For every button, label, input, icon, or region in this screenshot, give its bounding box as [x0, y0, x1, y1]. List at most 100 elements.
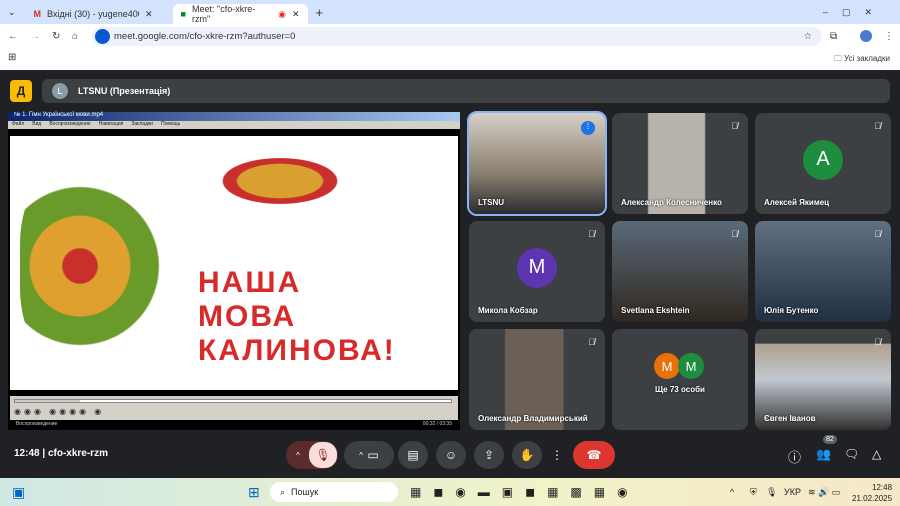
camera-button[interactable]: ^ ▭: [344, 441, 394, 469]
close-icon[interactable]: ✕: [292, 9, 300, 20]
mic-off-icon: 🎙̸: [731, 229, 738, 239]
participant-tile[interactable]: M 🎙̸ Микола Кобзар: [469, 221, 605, 322]
taskbar-search[interactable]: ⌕ Пошук: [270, 482, 398, 502]
participant-tile[interactable]: 🎙̸ Євген Іванов: [755, 329, 891, 430]
tab-search-icon[interactable]: ⌄: [8, 7, 16, 18]
window-controls[interactable]: –▢✕: [823, 7, 886, 18]
hand-icon: ✋: [519, 448, 535, 462]
profile-avatar[interactable]: [860, 30, 872, 42]
forward-icon[interactable]: →: [30, 31, 40, 42]
slide-text: НАША МОВА КАЛИНОВА!: [198, 266, 396, 367]
player-status: Воспроизведение 00:32 / 03:35: [10, 421, 458, 430]
participant-tile[interactable]: 🎙̸ Svetlana Ekshtein: [612, 221, 748, 322]
gmail-icon: M: [33, 9, 42, 19]
mic-off-icon: 🎙̸: [874, 229, 881, 239]
menu-item: Помощь: [160, 121, 181, 127]
tab-bar: ⌄ MВхідні (30) - yugene4007@gm...✕ ■Meet…: [0, 0, 900, 24]
presentation-bar[interactable]: L LTSNU (Презентація): [42, 79, 890, 103]
viburnum-decoration: [20, 156, 170, 376]
menu-icon[interactable]: ⋮: [884, 31, 894, 42]
site-info-icon[interactable]: [95, 29, 110, 44]
present-icon: ⇪: [483, 448, 495, 462]
participant-tile[interactable]: ⁞ LTSNU: [467, 111, 607, 216]
all-bookmarks[interactable]: 🗀 Усі закладки: [834, 53, 890, 67]
defender-icon[interactable]: ⛨: [750, 487, 757, 498]
emoji-icon: ☺: [444, 448, 458, 462]
leaf-decoration: [180, 141, 380, 221]
more-options-button[interactable]: ⋮: [548, 441, 566, 469]
participant-name: Олександр Владимирський: [478, 414, 588, 423]
presenter-avatar: L: [52, 83, 68, 99]
participant-tile[interactable]: А 🎙̸ Алексей Якимец: [755, 113, 891, 214]
participant-name: Svetlana Ekshtein: [621, 306, 690, 315]
tab-gmail[interactable]: MВхідні (30) - yugene4007@gm...✕: [26, 4, 161, 24]
captions-icon: ▤: [407, 448, 419, 462]
participant-name: Микола Кобзар: [478, 306, 538, 315]
url-input[interactable]: meet.google.com/cfo-xkre-rzm?authuser=0 ☆: [92, 27, 822, 46]
chevron-up-icon: ^: [359, 450, 368, 460]
participant-avatar: M: [678, 353, 704, 379]
speaking-icon: ⁞: [581, 121, 595, 135]
network-sound-battery-icons[interactable]: ≋ 🔊 ▭: [808, 487, 840, 498]
playback-buttons[interactable]: ◉◉◉ ◉◉◉◉ ◉: [14, 407, 104, 416]
mic-off-icon: 🎙̸: [874, 337, 881, 347]
raise-hand-button[interactable]: ✋: [512, 441, 542, 469]
participant-tile[interactable]: 🎙̸ Юлія Бутенко: [755, 221, 891, 322]
taskbar-clock[interactable]: 12:48 21.02.2025: [852, 482, 892, 504]
menu-item: Навигация: [98, 121, 124, 127]
more-avatars: MM: [654, 353, 704, 379]
chat-icon[interactable]: 🗨: [844, 447, 859, 461]
mic-off-icon: 🎙̸: [588, 229, 595, 239]
participant-name: Ще 73 особи: [655, 385, 705, 394]
participant-tile[interactable]: M M Ще 73 особи: [612, 329, 748, 430]
home-icon[interactable]: ⌂: [72, 31, 78, 42]
bookmarks-bar: ⊞ 🗀 Усі закладки: [0, 48, 900, 70]
participant-tile[interactable]: 🎙̸ Олександр Владимирський: [469, 329, 605, 430]
player-title: № 1. Гімн Української мови.mp4: [8, 112, 460, 121]
back-icon[interactable]: ←: [8, 31, 18, 42]
chevron-up-icon: ^: [296, 450, 300, 460]
activities-icon[interactable]: △: [872, 447, 881, 461]
participant-name: LTSNU: [478, 198, 505, 207]
present-button[interactable]: ⇪: [474, 441, 504, 469]
apps-icon[interactable]: ⊞: [8, 52, 16, 63]
widgets-icon[interactable]: ▣: [12, 484, 25, 501]
new-tab-button[interactable]: +: [316, 5, 324, 20]
mic-off-icon: 🎙̸: [874, 121, 881, 131]
recording-icon: ◉: [278, 8, 286, 19]
meet-icon: ■: [180, 9, 186, 19]
participant-tile[interactable]: 🎙̸ Александр Колесниченко: [612, 113, 748, 214]
start-icon[interactable]: ⊞: [248, 484, 260, 501]
hang-up-icon: ☎: [586, 448, 602, 462]
shared-screen: № 1. Гімн Української мови.mp4 Файл Вид Во…: [8, 112, 460, 430]
info-icon[interactable]: ⓘ: [788, 447, 801, 466]
meeting-code: cfo-xkre-rzm: [47, 448, 108, 459]
extensions-icon[interactable]: ⧉: [830, 31, 837, 42]
clock: 12:48 | cfo-xkre-rzm: [14, 448, 108, 459]
mic-tray-icon[interactable]: 🎙: [766, 487, 777, 498]
reload-icon[interactable]: ↻: [52, 31, 60, 42]
tray-chevron-icon[interactable]: ^: [730, 487, 734, 497]
mic-off-icon: 🎙̸: [588, 337, 595, 347]
player-menu: Файл Вид Воспроизведение Навигация Закладки П…: [8, 121, 460, 129]
seek-bar[interactable]: [14, 399, 452, 403]
address-bar-row: ← → ↻ ⌂ meet.google.com/cfo-xkre-rzm?aut…: [0, 24, 900, 48]
people-icon[interactable]: 👥: [816, 447, 831, 461]
participant-avatar: M: [654, 353, 680, 379]
menu-item: Вид: [32, 121, 42, 127]
leave-call-button[interactable]: ☎: [573, 441, 615, 469]
pinned-apps[interactable]: ▦◼◉▬▣◼▦▩▦◉: [410, 485, 640, 499]
menu-item: Закладки: [131, 121, 153, 127]
star-icon[interactable]: ☆: [803, 31, 812, 42]
mic-button[interactable]: ^ 🎙: [286, 441, 338, 469]
camera-icon: ▭: [367, 448, 379, 462]
close-icon[interactable]: ✕: [145, 9, 153, 20]
tab-meet[interactable]: ■ Meet: "cfo-xkre-rzm" ◉ ✕: [172, 4, 308, 24]
participants-count-badge: 82: [823, 435, 837, 444]
meet-brand-logo: Д: [10, 80, 32, 102]
captions-button[interactable]: ▤: [398, 441, 428, 469]
language-indicator[interactable]: УКР: [784, 487, 801, 497]
presenter-label: LTSNU (Презентація): [78, 86, 171, 96]
emoji-button[interactable]: ☺: [436, 441, 466, 469]
search-icon: ⌕: [280, 486, 286, 497]
